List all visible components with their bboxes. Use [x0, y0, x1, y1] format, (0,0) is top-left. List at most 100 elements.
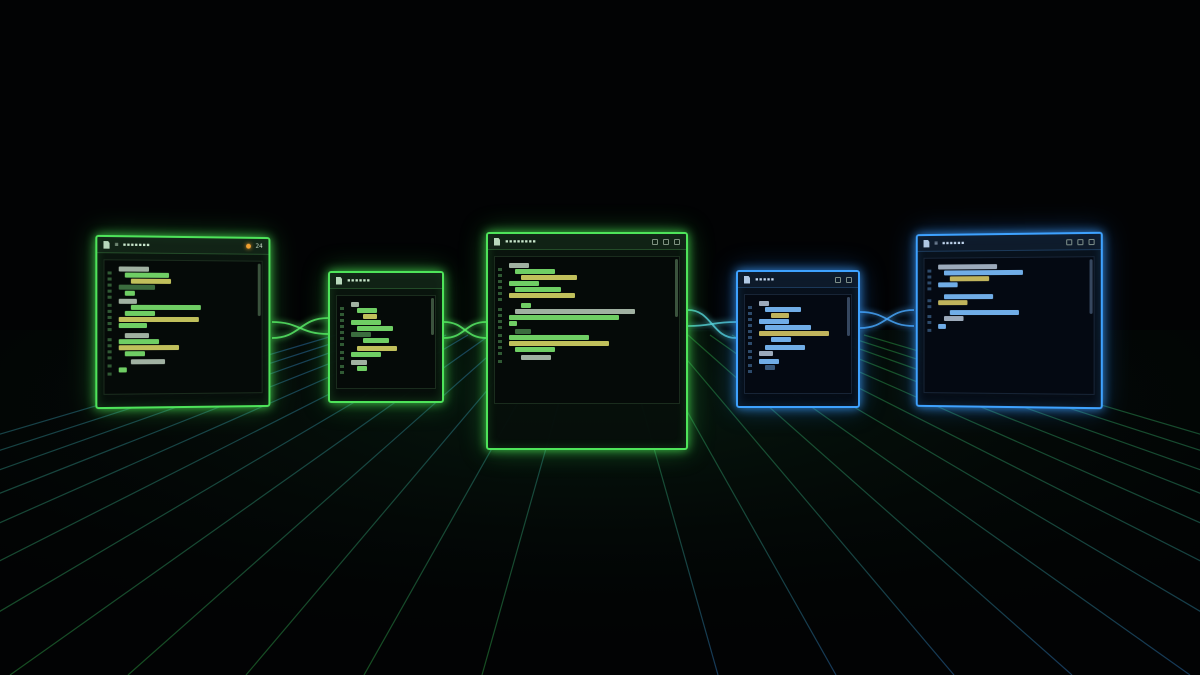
- code-line: [521, 355, 551, 360]
- line-number: [107, 315, 112, 319]
- code-editor[interactable]: [923, 256, 1095, 395]
- scrollbar[interactable]: [847, 297, 850, 337]
- line-number: [748, 364, 752, 367]
- line-number: [748, 330, 752, 333]
- line-number: [748, 336, 752, 339]
- code-line: [351, 352, 381, 357]
- code-line: [351, 302, 359, 307]
- line-number: [107, 309, 112, 313]
- code-editor[interactable]: [103, 259, 263, 395]
- line-number: [498, 320, 502, 323]
- code-line: [759, 301, 769, 306]
- window-icon[interactable]: [1066, 238, 1073, 245]
- window-icon[interactable]: [835, 276, 841, 283]
- line-number: [927, 269, 932, 273]
- file-icon: [924, 239, 930, 247]
- counter-badge: 24: [255, 242, 263, 250]
- line-number: [107, 364, 112, 368]
- scrollbar[interactable]: [257, 263, 261, 316]
- settings-icon[interactable]: [652, 238, 658, 245]
- code-lines: [104, 260, 261, 373]
- line-number: [498, 314, 502, 317]
- line-number: [107, 289, 112, 293]
- close-icon[interactable]: [1088, 238, 1095, 245]
- line-number: [107, 350, 112, 354]
- window-titlebar[interactable]: ▪▪▪▪▪▪: [330, 273, 442, 289]
- line-number: [498, 340, 502, 343]
- line-number: [340, 371, 344, 374]
- code-line: [357, 308, 377, 313]
- line-number: [748, 312, 752, 315]
- line-number: [748, 318, 752, 321]
- line-gutter: [337, 300, 347, 388]
- code-line: [509, 263, 529, 268]
- code-line: [118, 284, 156, 290]
- line-number: [107, 322, 112, 326]
- file-icon: [744, 275, 750, 284]
- scrollbar[interactable]: [675, 259, 678, 318]
- scrollbar[interactable]: [431, 298, 434, 335]
- line-number: [927, 275, 932, 279]
- line-number: [107, 271, 112, 275]
- code-line: [759, 319, 789, 324]
- window-titlebar[interactable]: ≡ ▪▪▪▪▪▪▪ 24: [97, 236, 269, 255]
- code-line: [521, 303, 531, 308]
- code-editor[interactable]: [744, 294, 852, 394]
- code-line: [124, 310, 156, 316]
- code-line: [357, 346, 397, 351]
- close-icon[interactable]: [674, 238, 680, 245]
- code-line: [118, 367, 127, 373]
- code-line: [949, 309, 1019, 316]
- flag-icon[interactable]: [846, 276, 852, 283]
- code-line: [363, 314, 377, 319]
- code-line: [521, 275, 577, 280]
- code-window-5[interactable]: ≡ ▪▪▪▪▪▪: [915, 231, 1103, 410]
- code-line: [118, 345, 180, 351]
- code-line: [938, 323, 946, 329]
- code-window-1[interactable]: ≡ ▪▪▪▪▪▪▪ 24: [95, 234, 271, 410]
- line-number: [498, 346, 502, 349]
- code-line: [124, 333, 150, 339]
- line-number: [340, 337, 344, 340]
- window-title: ≡ ▪▪▪▪▪▪▪: [114, 241, 151, 249]
- line-number: [498, 360, 502, 363]
- code-line: [509, 281, 539, 286]
- code-line: [357, 326, 393, 331]
- status-dot-icon[interactable]: [245, 243, 251, 249]
- code-line: [118, 316, 199, 322]
- code-line: [771, 337, 791, 342]
- code-window-3[interactable]: ▪▪▪▪▪▪▪▪: [486, 232, 688, 450]
- line-number: [498, 280, 502, 283]
- code-window-2[interactable]: ▪▪▪▪▪▪: [328, 271, 444, 403]
- line-gutter: [495, 261, 505, 403]
- code-line: [759, 351, 773, 356]
- line-number: [927, 281, 932, 285]
- code-line: [759, 359, 779, 364]
- code-editor[interactable]: [494, 256, 680, 404]
- window-title: ≡ ▪▪▪▪▪▪: [934, 239, 965, 247]
- line-number: [340, 343, 344, 346]
- code-line: [515, 269, 555, 274]
- code-line: [759, 331, 829, 336]
- file-icon: [336, 276, 342, 285]
- code-window-4[interactable]: ▪▪▪▪▪: [736, 270, 860, 408]
- window-titlebar[interactable]: ▪▪▪▪▪: [738, 272, 858, 288]
- code-editor[interactable]: [336, 295, 436, 389]
- settings-icon[interactable]: [1077, 238, 1084, 245]
- window-titlebar[interactable]: ≡ ▪▪▪▪▪▪: [917, 233, 1101, 252]
- code-line: [509, 341, 609, 346]
- line-number: [107, 344, 112, 348]
- line-number: [340, 325, 344, 328]
- line-number: [498, 298, 502, 301]
- scrollbar[interactable]: [1089, 259, 1093, 314]
- window-icon[interactable]: [663, 238, 669, 245]
- line-number: [748, 342, 752, 345]
- code-line: [118, 323, 147, 329]
- line-number: [498, 268, 502, 271]
- line-number: [107, 338, 112, 342]
- code-line: [943, 294, 994, 300]
- line-number: [107, 303, 112, 307]
- code-line: [351, 332, 371, 337]
- window-titlebar[interactable]: ▪▪▪▪▪▪▪▪: [488, 234, 686, 250]
- line-number: [107, 372, 112, 376]
